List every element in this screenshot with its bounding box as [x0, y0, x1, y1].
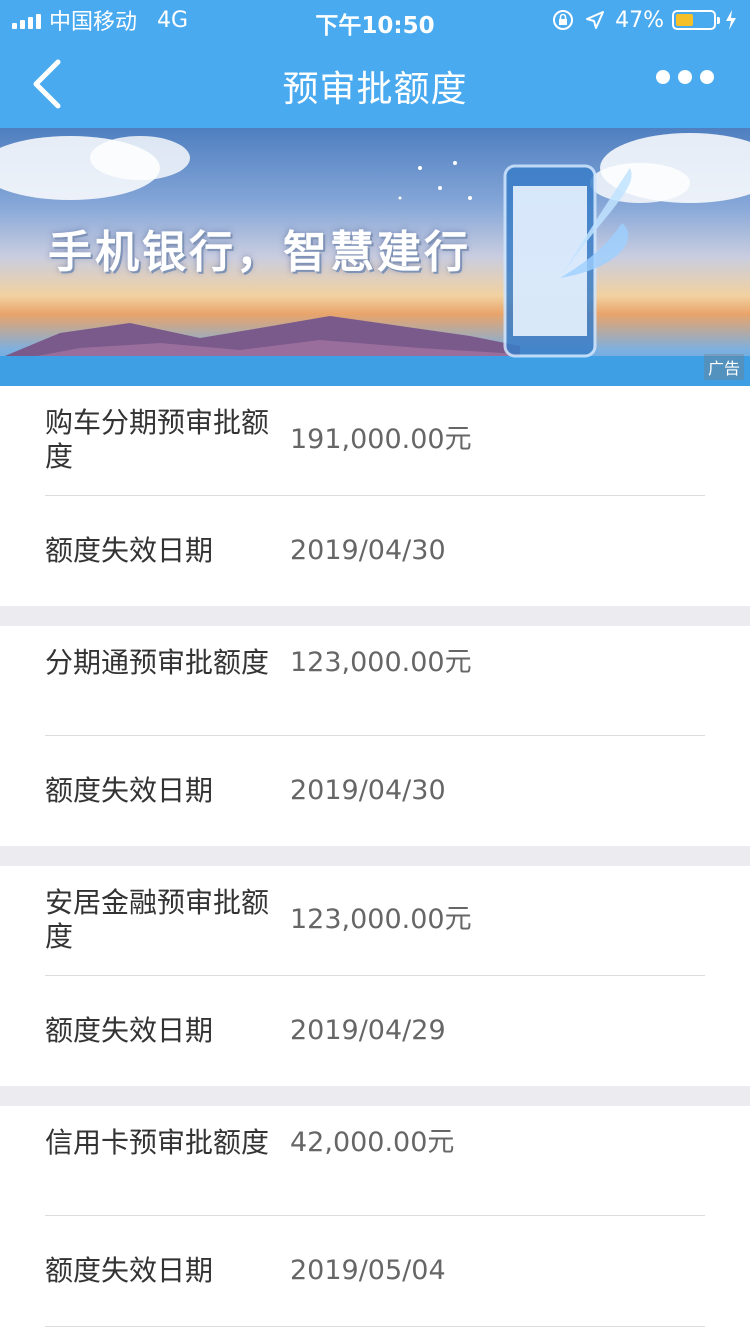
more-dots-icon[interactable] [656, 70, 714, 84]
expiry-label: 额度失效日期 [45, 1254, 214, 1287]
expiry-date: 2019/04/30 [290, 535, 446, 566]
nav-bar: 预审批额度 [0, 40, 750, 128]
quota-row: 购车分期预审批额度 191,000.00元 [45, 406, 705, 476]
charging-icon [726, 10, 736, 30]
divider [45, 1326, 705, 1327]
expiry-date: 2019/05/04 [290, 1255, 446, 1286]
quota-card: 信用卡预审批额度 42,000.00元 额度失效日期 2019/05/04 [0, 1106, 750, 1334]
orientation-lock-icon [553, 10, 574, 30]
status-right: 47% [551, 6, 738, 34]
quota-label: 分期通预审批额度 [45, 646, 270, 679]
expiry-label: 额度失效日期 [45, 774, 214, 807]
quota-card: 购车分期预审批额度 191,000.00元 额度失效日期 2019/04/30 [0, 386, 750, 606]
battery-percent: 47% [615, 7, 664, 33]
location-icon [586, 11, 605, 29]
divider [45, 1215, 705, 1216]
quota-value: 123,000.00元 [290, 904, 472, 935]
divider [45, 495, 705, 496]
expiry-row: 额度失效日期 2019/04/29 [45, 1014, 705, 1048]
quota-card: 分期通预审批额度 123,000.00元 额度失效日期 2019/04/30 [0, 626, 750, 846]
quota-value: 191,000.00元 [290, 424, 472, 455]
quota-row: 分期通预审批额度 123,000.00元 [45, 646, 705, 716]
quota-label: 信用卡预审批额度 [45, 1126, 270, 1159]
page-title: 预审批额度 [282, 69, 468, 110]
expiry-label: 额度失效日期 [45, 534, 214, 567]
expiry-date: 2019/04/29 [290, 1015, 446, 1046]
quota-row: 信用卡预审批额度 42,000.00元 [45, 1126, 705, 1196]
ad-banner[interactable]: 手机银行，智慧建行 广告 [0, 128, 750, 386]
quota-value: 42,000.00元 [290, 1127, 455, 1158]
quota-label: 安居金融预审批额度 [45, 886, 270, 953]
quota-card: 安居金融预审批额度 123,000.00元 额度失效日期 2019/04/29 [0, 866, 750, 1086]
expiry-row: 额度失效日期 2019/04/30 [45, 774, 705, 808]
divider [45, 975, 705, 976]
banner-slogan: 手机银行，智慧建行 [48, 227, 471, 278]
divider [45, 735, 705, 736]
quota-row: 安居金融预审批额度 123,000.00元 [45, 886, 705, 956]
quota-label: 购车分期预审批额度 [45, 406, 270, 473]
quota-value: 123,000.00元 [290, 647, 472, 678]
ad-label: 广告 [703, 354, 744, 380]
battery-icon [672, 10, 720, 30]
expiry-date: 2019/04/30 [290, 775, 446, 806]
expiry-label: 额度失效日期 [45, 1014, 214, 1047]
expiry-row: 额度失效日期 2019/05/04 [45, 1254, 705, 1288]
battery-fill [676, 14, 693, 26]
status-bar: 中国移动 4G 下午10:50 47% [0, 0, 750, 40]
expiry-row: 额度失效日期 2019/04/30 [45, 534, 705, 568]
